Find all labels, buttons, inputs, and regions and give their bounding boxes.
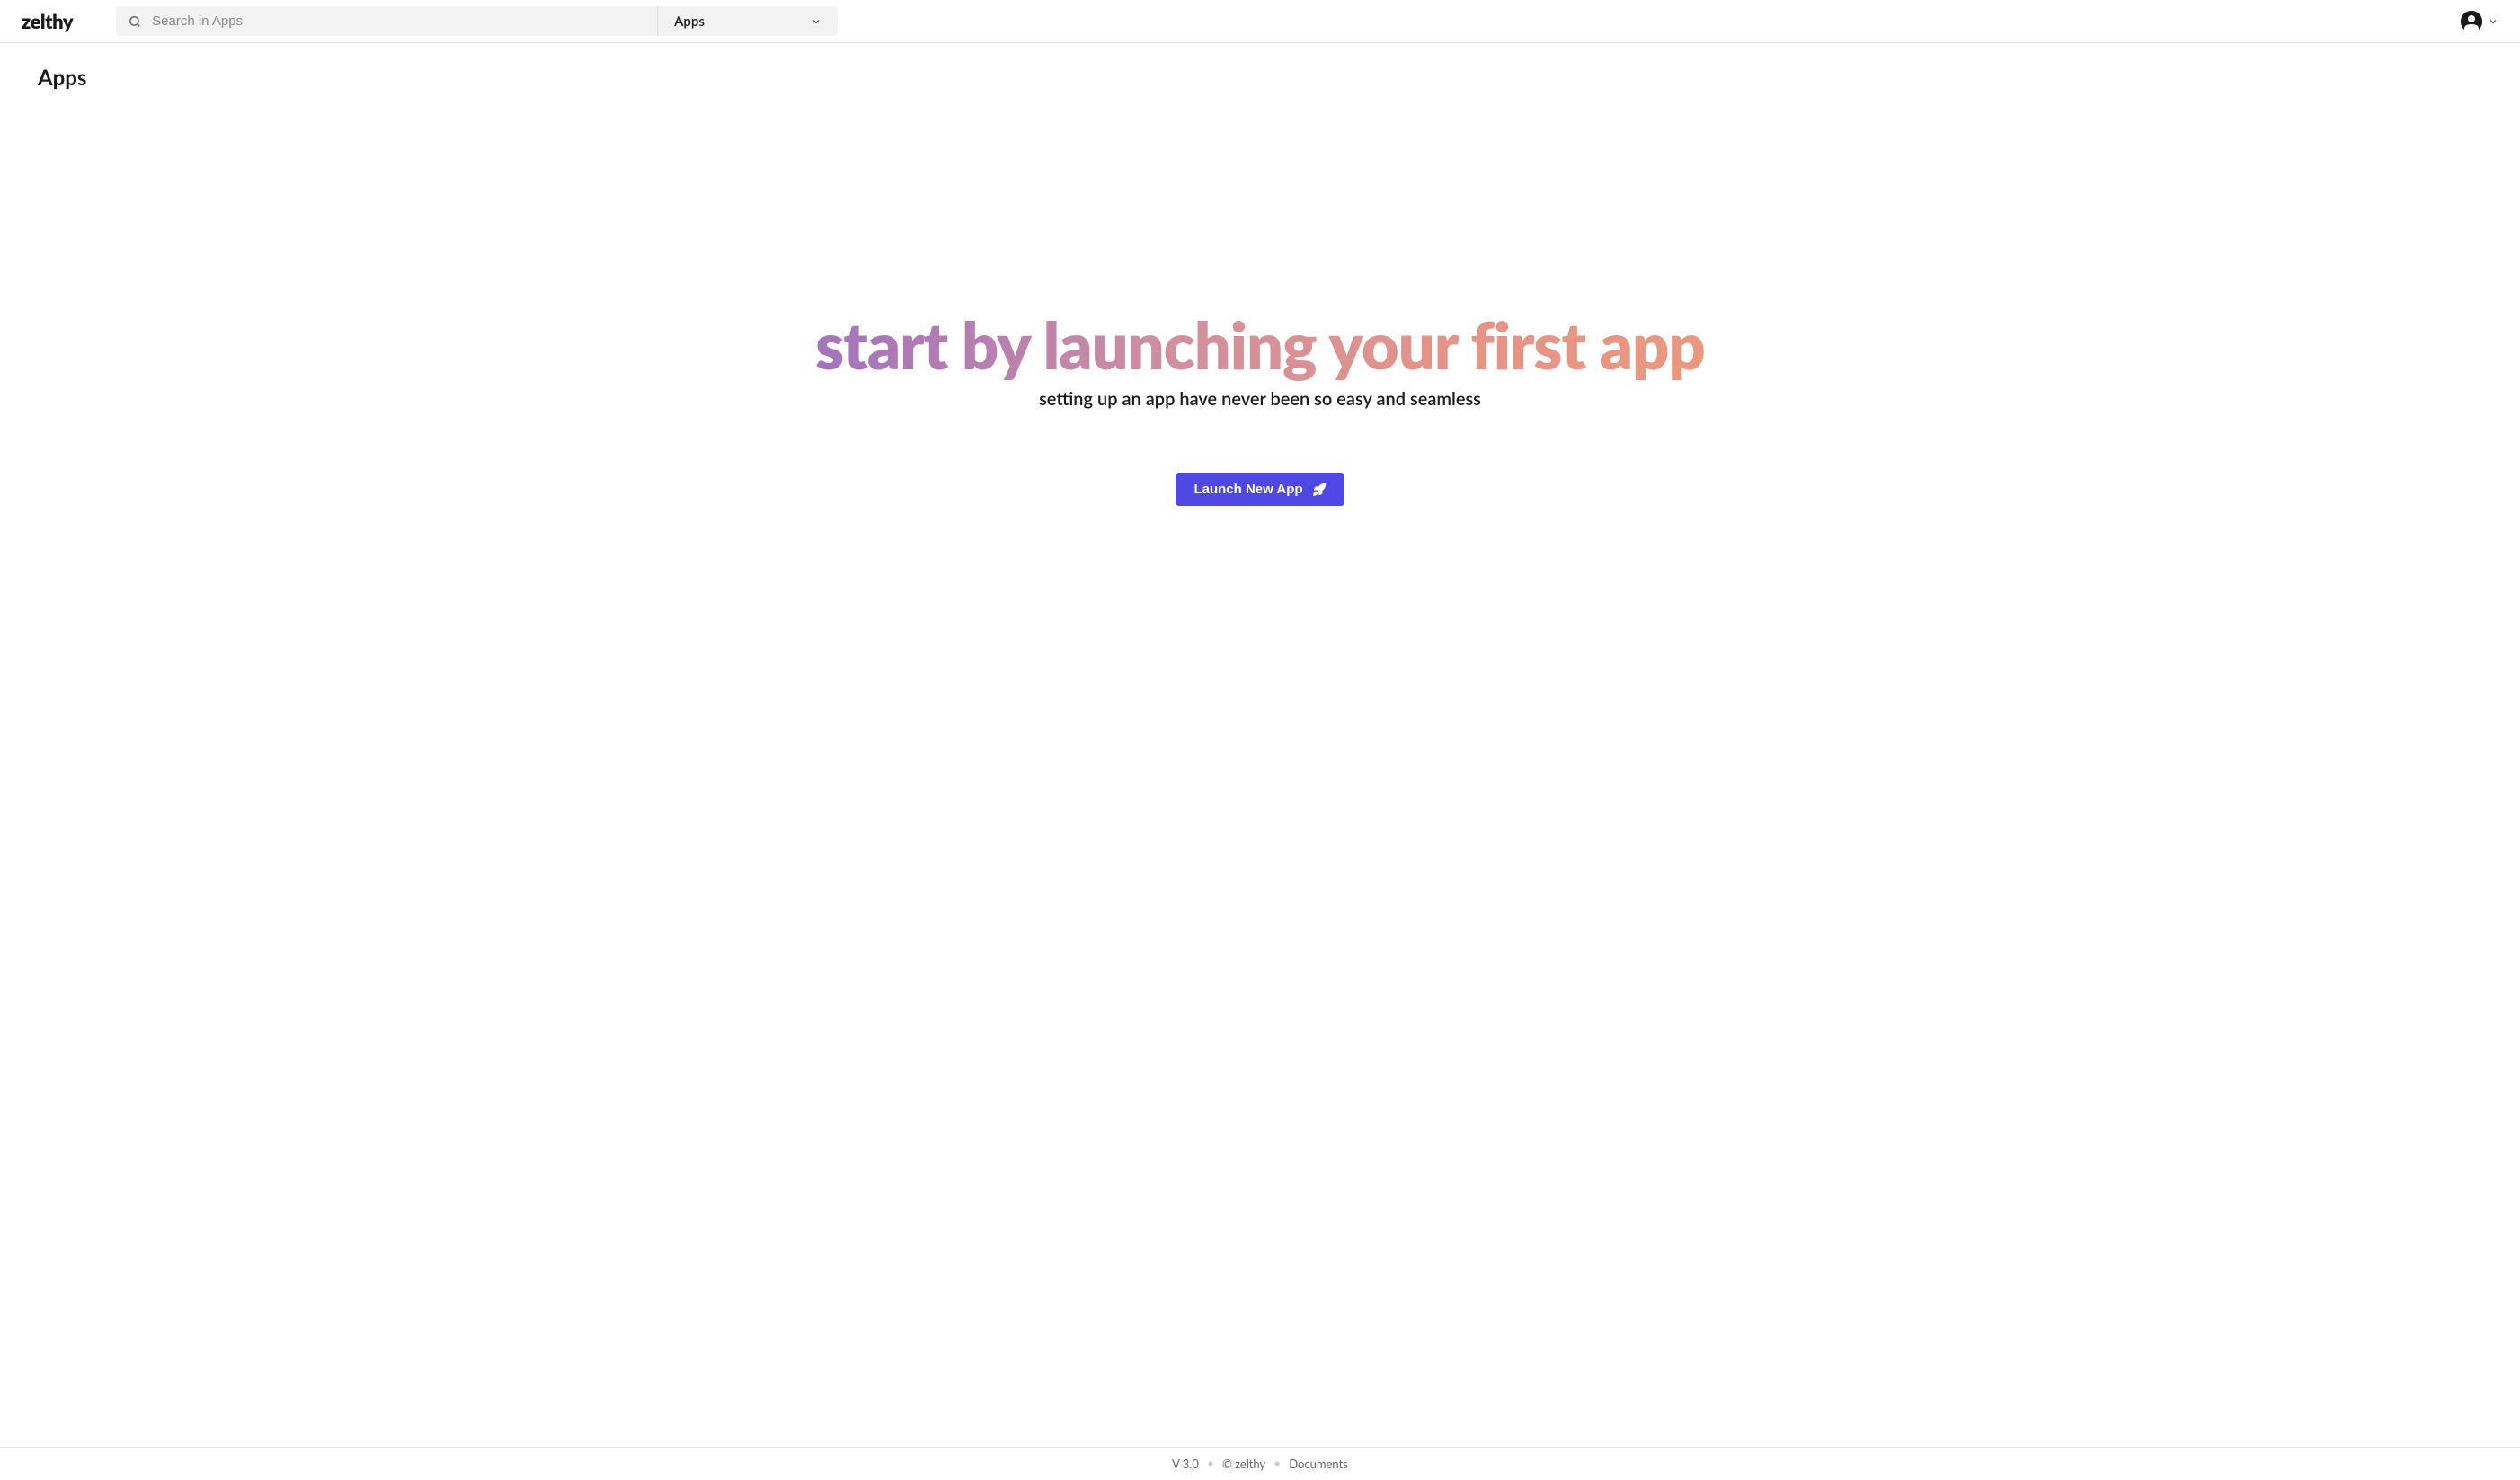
filter-label: Apps [674,13,705,30]
search-container: Apps [116,6,838,36]
footer-separator: ● [1208,1458,1213,1469]
app-header: zelthy Apps [0,0,2520,43]
hero-title: start by launching your first app [815,310,1705,381]
chevron-down-icon [811,16,821,27]
launch-button-label: Launch New App [1193,482,1302,497]
page-title: Apps [0,43,2520,112]
footer-documents-link[interactable]: Documents [1289,1457,1348,1471]
rocket-icon [1312,483,1327,497]
main-content: start by launching your first app settin… [0,112,2520,596]
app-footer: V 3.0 ● © zelthy ● Documents [0,1447,2520,1480]
avatar-icon [2461,11,2482,32]
search-icon [129,15,141,28]
search-filter-dropdown[interactable]: Apps [658,6,838,36]
search-input[interactable] [152,13,644,29]
hero-subtitle: setting up an app have never been so eas… [1039,388,1481,410]
brand-logo: zelthy [22,9,73,33]
search-box[interactable] [116,6,658,36]
footer-copyright: © zelthy [1222,1457,1265,1471]
footer-version: V 3.0 [1172,1457,1199,1471]
chevron-down-icon [2488,16,2498,27]
launch-new-app-button[interactable]: Launch New App [1176,473,1344,506]
footer-separator: ● [1274,1458,1280,1469]
user-menu[interactable] [2461,11,2498,32]
